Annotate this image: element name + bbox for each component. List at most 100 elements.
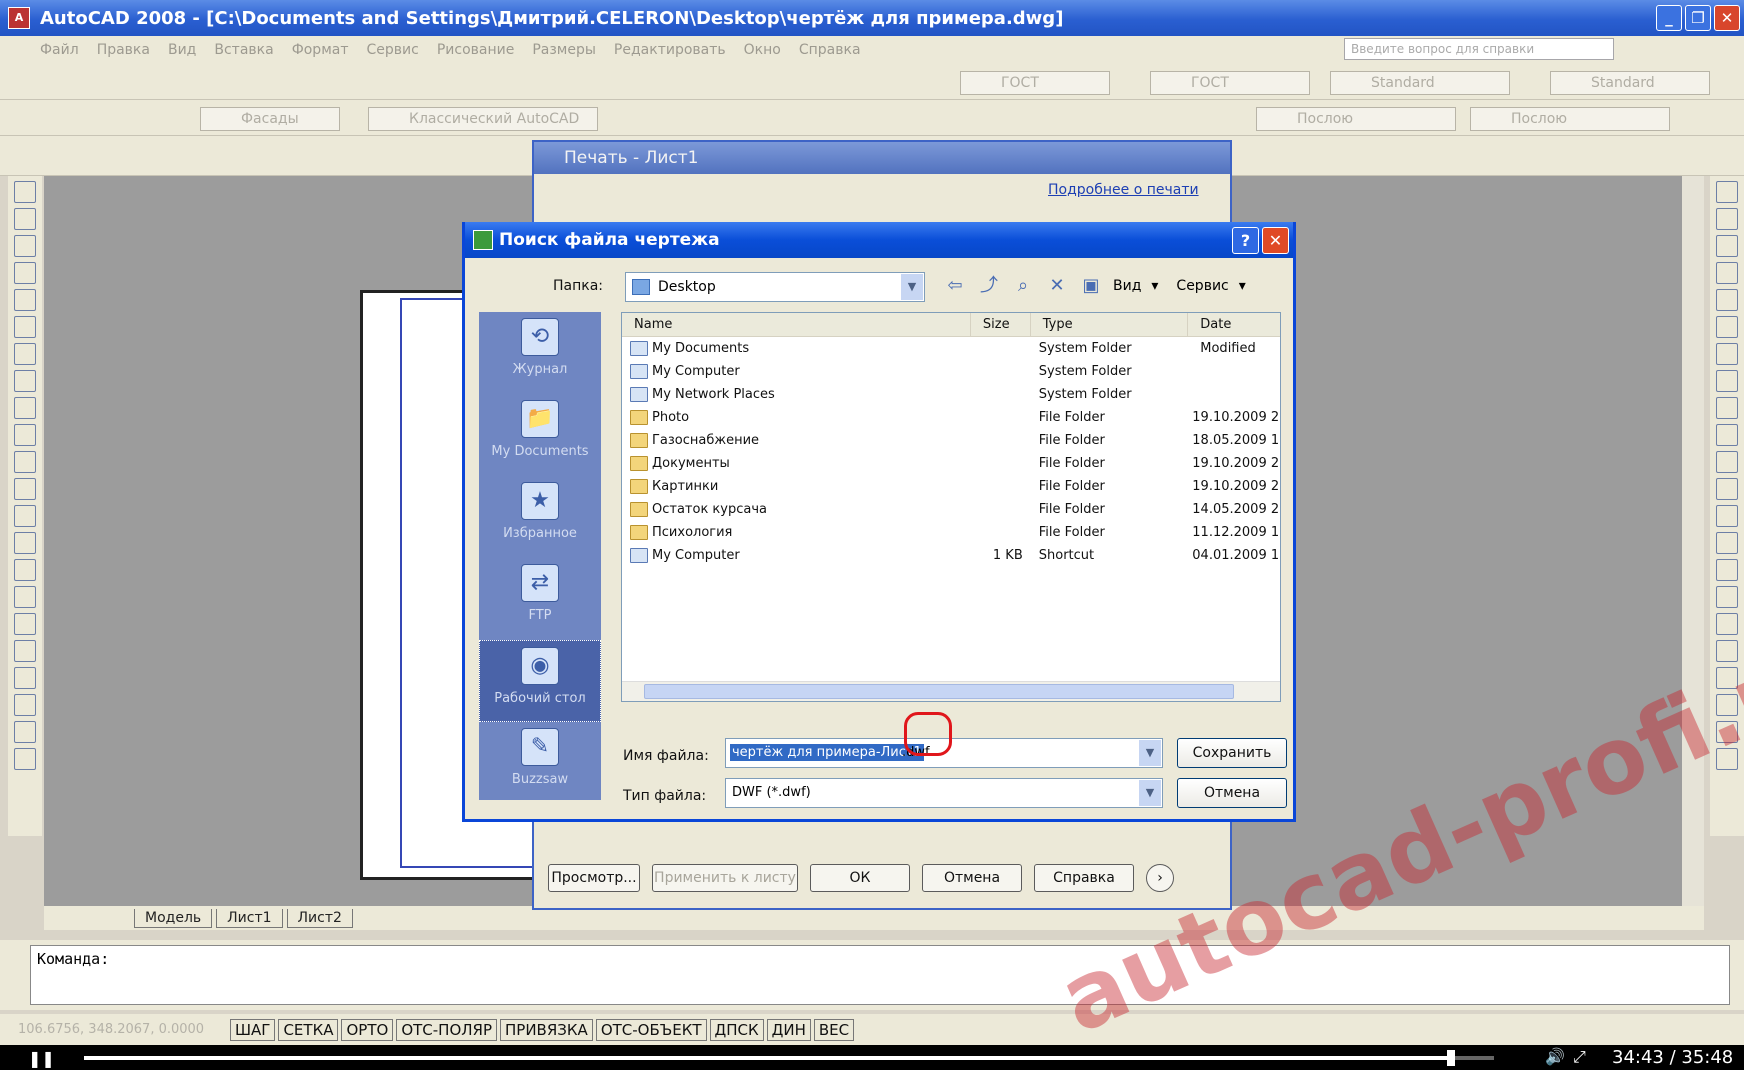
tool-icon[interactable] [1716, 532, 1738, 554]
layer-state-combo[interactable]: Фасады [200, 107, 340, 131]
menu-item[interactable]: Редактировать [614, 42, 726, 58]
cancel-button[interactable]: Отмена [1177, 778, 1287, 808]
save-button[interactable]: Сохранить [1177, 738, 1287, 768]
layout-tab[interactable]: Лист1 [216, 908, 283, 928]
tool-icon[interactable] [14, 478, 36, 500]
apply-to-layout-button[interactable]: Применить к листу [652, 864, 798, 892]
tool-icon[interactable] [14, 694, 36, 716]
place-item[interactable]: ✎ Buzzsaw [479, 722, 601, 804]
tool-icon[interactable] [1716, 640, 1738, 662]
status-toggle-button[interactable]: ПРИВЯЗКА [500, 1018, 593, 1041]
tool-icon[interactable] [1716, 289, 1738, 311]
pause-icon[interactable]: ❚❚ [28, 1049, 55, 1068]
linetype-combo[interactable]: Послою [1470, 107, 1670, 131]
file-row[interactable]: Психология File Folder 11.12.2009 10:2 [622, 521, 1280, 544]
status-toggle-button[interactable]: ДИН [766, 1018, 811, 1041]
tool-icon[interactable] [14, 181, 36, 203]
status-toggle-button[interactable]: ВЕС [813, 1018, 855, 1041]
text-style-combo[interactable]: ГОСТ [960, 71, 1110, 95]
place-item[interactable]: ⟲ Журнал [479, 312, 601, 394]
status-toggle-button[interactable]: ШАГ [230, 1018, 276, 1041]
menu-item[interactable]: Формат [292, 42, 349, 58]
file-row[interactable]: Документы File Folder 19.10.2009 20:5 [622, 452, 1280, 475]
tool-icon[interactable] [14, 748, 36, 770]
workspace-combo[interactable]: Классический AutoCAD [368, 107, 598, 131]
progress-knob[interactable] [1447, 1050, 1456, 1066]
menu-item[interactable]: Окно [744, 42, 781, 58]
filetype-select[interactable]: DWF (*.dwf) ▼ [725, 778, 1163, 808]
progress-bar[interactable] [84, 1050, 1494, 1066]
file-row[interactable]: My Computer System Folder [622, 360, 1280, 383]
menu-item[interactable]: Рисование [437, 42, 515, 58]
views-menu[interactable]: Вид [1113, 278, 1141, 294]
command-line[interactable]: Команда: [30, 945, 1730, 1005]
tools-chevron-icon[interactable]: ▾ [1239, 278, 1246, 294]
tool-icon[interactable] [1716, 208, 1738, 230]
tool-icon[interactable] [14, 586, 36, 608]
tool-icon[interactable] [1716, 370, 1738, 392]
up-folder-icon[interactable]: ⤴ [977, 274, 1001, 298]
tool-icon[interactable] [14, 397, 36, 419]
tool-icon[interactable] [1716, 316, 1738, 338]
tool-icon[interactable] [14, 343, 36, 365]
column-date[interactable]: Date Modified [1188, 313, 1280, 356]
menu-item[interactable]: Правка [97, 42, 150, 58]
table-style-combo[interactable]: Standard [1330, 71, 1510, 95]
tool-icon[interactable] [14, 262, 36, 284]
volume-icon[interactable]: 🔊 [1545, 1047, 1565, 1066]
tool-icon[interactable] [1716, 505, 1738, 527]
tool-icon[interactable] [14, 532, 36, 554]
more-options-icon[interactable]: › [1146, 864, 1174, 892]
tool-icon[interactable] [1716, 451, 1738, 473]
close-icon[interactable]: ✕ [1262, 227, 1289, 254]
tool-icon[interactable] [1716, 397, 1738, 419]
hscroll-thumb[interactable] [644, 684, 1234, 699]
tool-icon[interactable] [1716, 262, 1738, 284]
tool-icon[interactable] [14, 613, 36, 635]
help-search-input[interactable]: Введите вопрос для справки [1344, 38, 1614, 60]
tool-icon[interactable] [14, 721, 36, 743]
menu-item[interactable]: Сервис [367, 42, 419, 58]
back-icon[interactable]: ⇦ [943, 274, 967, 298]
tool-icon[interactable] [14, 640, 36, 662]
print-help-link[interactable]: Подробнее о печати [1048, 182, 1199, 198]
tool-icon[interactable] [1716, 694, 1738, 716]
print-ok-button[interactable]: ОК [810, 864, 910, 892]
search-web-icon[interactable]: ⌕ [1011, 274, 1035, 298]
menu-item[interactable]: Справка [799, 42, 861, 58]
place-item[interactable]: 📁 My Documents [479, 394, 601, 476]
close-button[interactable]: ✕ [1714, 5, 1740, 31]
column-name[interactable]: Name [622, 313, 971, 336]
views-chevron-icon[interactable]: ▾ [1151, 278, 1158, 294]
tool-icon[interactable] [1716, 343, 1738, 365]
delete-icon[interactable]: ✕ [1045, 274, 1069, 298]
menu-item[interactable]: Вид [168, 42, 196, 58]
menu-item[interactable]: Вставка [214, 42, 273, 58]
tool-icon[interactable] [14, 667, 36, 689]
menu-item[interactable]: Размеры [532, 42, 596, 58]
tool-icon[interactable] [1716, 667, 1738, 689]
status-toggle-button[interactable]: ДПСК [709, 1018, 764, 1041]
mleader-style-combo[interactable]: Standard [1550, 71, 1710, 95]
tool-icon[interactable] [1716, 721, 1738, 743]
file-row[interactable]: My Documents System Folder [622, 337, 1280, 360]
new-folder-icon[interactable]: ▣ [1079, 274, 1103, 298]
tool-icon[interactable] [14, 559, 36, 581]
print-help-button[interactable]: Справка [1034, 864, 1134, 892]
filename-chevron-icon[interactable]: ▼ [1139, 740, 1161, 766]
file-list-hscroll[interactable] [622, 681, 1280, 701]
restore-button[interactable]: ❐ [1685, 5, 1711, 31]
file-row[interactable]: Картинки File Folder 19.10.2009 20:5 [622, 475, 1280, 498]
tool-icon[interactable] [1716, 586, 1738, 608]
tool-icon[interactable] [1716, 235, 1738, 257]
minimize-button[interactable]: _ [1656, 5, 1682, 31]
place-item[interactable]: ⇄ FTP [479, 558, 601, 640]
file-list[interactable]: Name Size Type Date Modified My Document… [621, 312, 1281, 702]
file-row[interactable]: Photo File Folder 19.10.2009 20:5 [622, 406, 1280, 429]
dim-style-combo[interactable]: ГОСТ [1150, 71, 1310, 95]
chevron-down-icon[interactable]: ▼ [901, 274, 923, 300]
fullscreen-icon[interactable]: ⤢ [1573, 1047, 1586, 1067]
print-cancel-button[interactable]: Отмена [922, 864, 1022, 892]
tool-icon[interactable] [1716, 424, 1738, 446]
vertical-scrollbar[interactable] [1682, 176, 1704, 906]
